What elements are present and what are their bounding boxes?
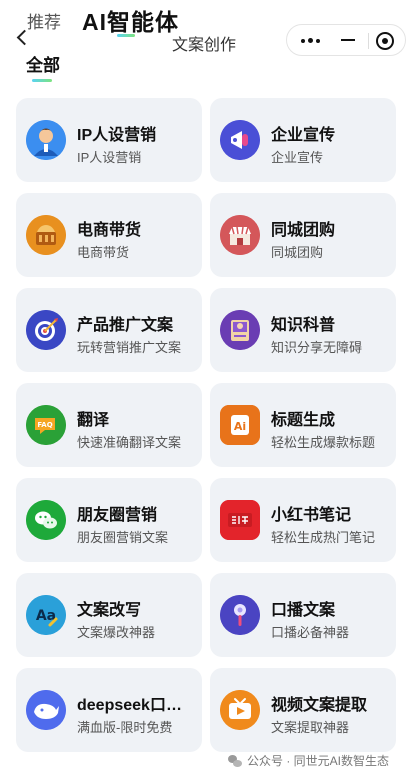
- megaphone-icon: [220, 120, 260, 160]
- agent-card[interactable]: 朋友圈营销 朋友圈营销文案: [16, 478, 202, 562]
- wechat-official-icon: [228, 754, 242, 768]
- microphone-icon: [220, 595, 260, 635]
- text-aa-icon: Aa: [26, 595, 66, 635]
- agent-card[interactable]: 知识科普 知识分享无障碍: [210, 288, 396, 372]
- chevron-left-icon: [16, 29, 33, 46]
- avatar-person-icon: [26, 120, 66, 160]
- card-title: 小红书笔记: [271, 507, 352, 524]
- card-subtitle: 电商带货: [77, 245, 130, 260]
- miniprogram-capsule: [286, 24, 406, 56]
- book-icon: [220, 310, 260, 350]
- card-title: 朋友圈营销: [77, 507, 158, 524]
- tab-active-indicator: [117, 34, 135, 37]
- faq-icon: FAQ: [26, 405, 66, 445]
- tv-play-icon: [220, 690, 260, 730]
- card-title: 口播文案: [271, 602, 336, 619]
- agent-card[interactable]: 口播文案 口播必备神器: [210, 573, 396, 657]
- watermark: 公众号 · 同世元AI数智生态: [228, 752, 389, 769]
- card-subtitle: 知识分享无障碍: [271, 340, 363, 355]
- agent-card[interactable]: 企业宣传 企业宣传: [210, 98, 396, 182]
- tab-ai-agents[interactable]: AI智能体: [82, 3, 179, 37]
- agent-card[interactable]: 电商带货 电商带货: [16, 193, 202, 277]
- agent-grid: IP人设营销 IP人设营销 企业宣传 企业宣传 电商带货 电商带货 同城团购 同…: [16, 98, 396, 752]
- close-circle-icon[interactable]: [373, 29, 397, 53]
- card-title: 企业宣传: [271, 127, 336, 144]
- card-subtitle: 轻松生成爆款标题: [271, 435, 376, 450]
- page-title: 文案创作: [172, 37, 237, 54]
- card-title: 电商带货: [77, 222, 142, 239]
- card-subtitle: 轻松生成热门笔记: [271, 530, 376, 545]
- card-subtitle: 文案提取神器: [271, 720, 350, 735]
- agent-card[interactable]: deepseek口播文案 满血版-限时免费: [16, 668, 202, 752]
- shop-basket-icon: [26, 215, 66, 255]
- card-subtitle: 口播必备神器: [271, 625, 350, 640]
- card-subtitle: 同城团购: [271, 245, 324, 260]
- wechat-icon: [26, 500, 66, 540]
- minimize-icon[interactable]: [337, 25, 359, 55]
- card-title: 知识科普: [271, 317, 336, 334]
- card-title: 文案改写: [77, 602, 142, 619]
- card-title: deepseek口播文案: [77, 697, 195, 714]
- card-title: 标题生成: [271, 412, 336, 429]
- card-title: 产品推广文案: [77, 317, 174, 334]
- ai-badge-icon: Ai: [220, 405, 260, 445]
- agent-card[interactable]: Aa 文案改写 文案爆改神器: [16, 573, 202, 657]
- agent-card[interactable]: 同城团购 同城团购: [210, 193, 396, 277]
- card-subtitle: 快速准确翻译文案: [77, 435, 182, 450]
- card-title: 视频文案提取: [271, 697, 368, 714]
- svg-text:FAQ: FAQ: [37, 421, 52, 429]
- more-dots-icon[interactable]: [287, 25, 337, 55]
- category-tab-all[interactable]: 全部: [26, 51, 60, 76]
- capsule-divider: [368, 33, 369, 49]
- svg-text:Ai: Ai: [234, 420, 246, 433]
- storefront-icon: [220, 215, 260, 255]
- card-title: 同城团购: [271, 222, 336, 239]
- xiaohongshu-icon: [220, 500, 260, 540]
- card-subtitle: 满血版-限时免费: [77, 720, 173, 735]
- card-subtitle: 文案爆改神器: [77, 625, 156, 640]
- card-title: IP人设营销: [77, 127, 157, 144]
- agent-card[interactable]: 视频文案提取 文案提取神器: [210, 668, 396, 752]
- category-active-indicator: [32, 79, 52, 82]
- back-button[interactable]: [14, 28, 34, 50]
- card-subtitle: 玩转营销推广文案: [77, 340, 182, 355]
- agent-card[interactable]: Ai 标题生成 轻松生成爆款标题: [210, 383, 396, 467]
- whale-icon: [26, 690, 66, 730]
- card-title: 翻译: [77, 412, 110, 429]
- card-subtitle: 企业宣传: [271, 150, 324, 165]
- target-icon: [26, 310, 66, 350]
- watermark-text: 公众号 · 同世元AI数智生态: [247, 754, 390, 768]
- card-subtitle: IP人设营销: [77, 150, 142, 165]
- agent-card[interactable]: 产品推广文案 玩转营销推广文案: [16, 288, 202, 372]
- agent-card[interactable]: FAQ 翻译 快速准确翻译文案: [16, 383, 202, 467]
- agent-card[interactable]: 小红书笔记 轻松生成热门笔记: [210, 478, 396, 562]
- card-subtitle: 朋友圈营销文案: [77, 530, 169, 545]
- agent-card[interactable]: IP人设营销 IP人设营销: [16, 98, 202, 182]
